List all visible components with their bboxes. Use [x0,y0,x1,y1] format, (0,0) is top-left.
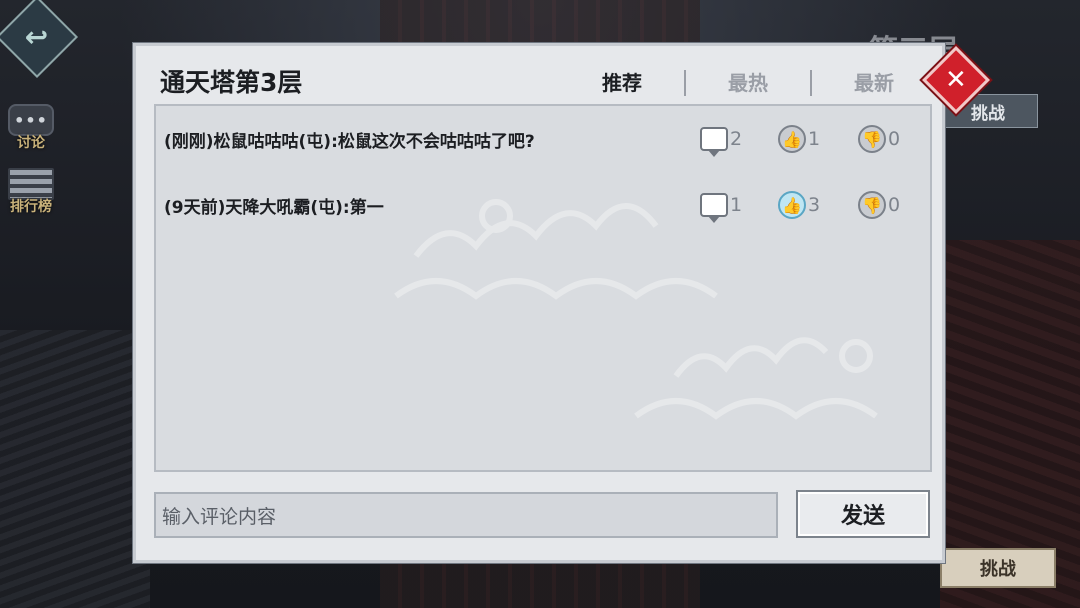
thumbs-up-icon: 👍 [778,191,806,219]
like-count-value: 3 [808,194,821,216]
reply-count[interactable]: 2 [700,127,743,157]
comment-row[interactable]: (9天前)天降大吼霸(屯):第一 1 👍 3 👎 0 [156,172,930,238]
close-icon: ✕ [945,64,967,95]
dislike-count-value: 0 [888,194,901,216]
tab-recommended[interactable]: 推荐 [602,68,684,98]
reply-count-value: 2 [730,128,743,150]
side-menu-rank[interactable]: 排行榜 [4,168,58,216]
side-menu-discuss-label: 讨论 [17,135,45,151]
thumbs-down-icon: 👎 [858,125,886,153]
dislike-button[interactable]: 👎 0 [858,191,900,219]
back-arrow-icon: ↩ [25,20,49,54]
comment-text: (9天前)天降大吼霸(屯):第一 [164,197,384,218]
comment-list[interactable]: (刚刚)松鼠咕咕咕(屯):松鼠这次不会咕咕咕了吧? 2 👍 1 👎 0 (9天前… [154,104,932,472]
like-count-value: 1 [808,128,821,150]
comment-row[interactable]: (刚刚)松鼠咕咕咕(屯):松鼠这次不会咕咕咕了吧? 2 👍 1 👎 0 [156,106,930,172]
like-button[interactable]: 👍 3 [778,191,820,219]
like-button[interactable]: 👍 1 [778,125,820,153]
challenge-button-bottom[interactable]: 挑战 [940,548,1056,588]
dislike-button[interactable]: 👎 0 [858,125,900,153]
dislike-count-value: 0 [888,128,901,150]
dialog-title: 通天塔第3层 [160,68,303,97]
thumbs-up-icon: 👍 [778,125,806,153]
comment-bubble-icon [700,193,728,223]
reply-count[interactable]: 1 [700,193,743,223]
left-roof-backdrop [0,330,150,608]
side-menu-rank-label: 排行榜 [10,199,52,215]
comment-bubble-icon [700,127,728,157]
comment-dialog: 通天塔第3层 推荐 最热 最新 (刚刚)松鼠咕咕咕(屯):松鼠这次不会咕咕咕了吧… [133,43,945,563]
thumbs-down-icon: 👎 [858,191,886,219]
comment-text: (刚刚)松鼠咕咕咕(屯):松鼠这次不会咕咕咕了吧? [164,131,535,152]
tab-newest[interactable]: 最新 [812,68,894,98]
send-button[interactable]: 发送 [796,490,930,538]
reply-count-value: 1 [730,194,743,216]
sort-tabs: 推荐 最热 最新 [602,68,894,98]
side-menu-discuss[interactable]: ••• 讨论 [4,104,58,152]
comment-input[interactable]: 输入评论内容 [154,492,778,538]
tab-hottest[interactable]: 最热 [686,68,810,98]
